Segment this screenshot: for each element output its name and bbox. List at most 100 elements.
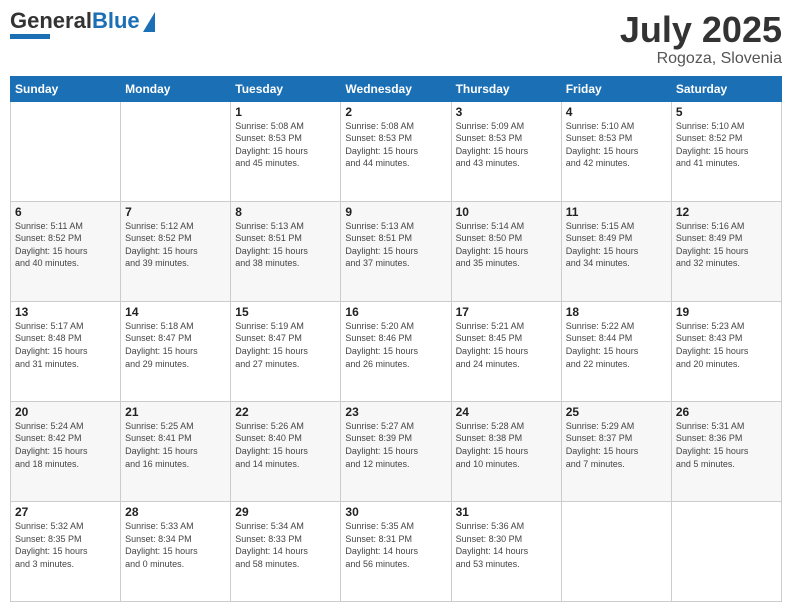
header: GeneralBlue July 2025 Rogoza, Slovenia [10,10,782,68]
day-info: Sunrise: 5:21 AMSunset: 8:45 PMDaylight:… [456,320,557,370]
day-info: Sunrise: 5:10 AMSunset: 8:52 PMDaylight:… [676,120,777,170]
day-number: 29 [235,505,336,519]
day-info: Sunrise: 5:16 AMSunset: 8:49 PMDaylight:… [676,220,777,270]
day-cell: 10Sunrise: 5:14 AMSunset: 8:50 PMDayligh… [451,201,561,301]
day-cell: 6Sunrise: 5:11 AMSunset: 8:52 PMDaylight… [11,201,121,301]
day-cell: 2Sunrise: 5:08 AMSunset: 8:53 PMDaylight… [341,101,451,201]
day-number: 10 [456,205,557,219]
day-number: 11 [566,205,667,219]
day-info: Sunrise: 5:23 AMSunset: 8:43 PMDaylight:… [676,320,777,370]
day-number: 16 [345,305,446,319]
header-friday: Friday [561,76,671,101]
header-saturday: Saturday [671,76,781,101]
day-number: 26 [676,405,777,419]
logo: GeneralBlue [10,10,155,39]
day-cell: 4Sunrise: 5:10 AMSunset: 8:53 PMDaylight… [561,101,671,201]
calendar-location: Rogoza, Slovenia [620,50,782,68]
day-info: Sunrise: 5:15 AMSunset: 8:49 PMDaylight:… [566,220,667,270]
day-number: 23 [345,405,446,419]
day-number: 6 [15,205,116,219]
header-thursday: Thursday [451,76,561,101]
day-number: 8 [235,205,336,219]
day-cell: 20Sunrise: 5:24 AMSunset: 8:42 PMDayligh… [11,401,121,501]
day-cell: 7Sunrise: 5:12 AMSunset: 8:52 PMDaylight… [121,201,231,301]
day-info: Sunrise: 5:17 AMSunset: 8:48 PMDaylight:… [15,320,116,370]
header-tuesday: Tuesday [231,76,341,101]
day-cell: 21Sunrise: 5:25 AMSunset: 8:41 PMDayligh… [121,401,231,501]
day-cell: 28Sunrise: 5:33 AMSunset: 8:34 PMDayligh… [121,501,231,601]
day-info: Sunrise: 5:18 AMSunset: 8:47 PMDaylight:… [125,320,226,370]
day-number: 22 [235,405,336,419]
week-row-4: 20Sunrise: 5:24 AMSunset: 8:42 PMDayligh… [11,401,782,501]
day-info: Sunrise: 5:27 AMSunset: 8:39 PMDaylight:… [345,420,446,470]
day-cell: 22Sunrise: 5:26 AMSunset: 8:40 PMDayligh… [231,401,341,501]
day-info: Sunrise: 5:13 AMSunset: 8:51 PMDaylight:… [345,220,446,270]
day-number: 19 [676,305,777,319]
calendar-table: Sunday Monday Tuesday Wednesday Thursday… [10,76,782,602]
day-number: 13 [15,305,116,319]
calendar-title: July 2025 [620,10,782,50]
week-row-2: 6Sunrise: 5:11 AMSunset: 8:52 PMDaylight… [11,201,782,301]
day-cell: 15Sunrise: 5:19 AMSunset: 8:47 PMDayligh… [231,301,341,401]
day-number: 31 [456,505,557,519]
day-cell: 8Sunrise: 5:13 AMSunset: 8:51 PMDaylight… [231,201,341,301]
day-number: 21 [125,405,226,419]
day-cell: 25Sunrise: 5:29 AMSunset: 8:37 PMDayligh… [561,401,671,501]
day-number: 1 [235,105,336,119]
day-info: Sunrise: 5:32 AMSunset: 8:35 PMDaylight:… [15,520,116,570]
day-info: Sunrise: 5:10 AMSunset: 8:53 PMDaylight:… [566,120,667,170]
day-number: 14 [125,305,226,319]
day-number: 27 [15,505,116,519]
day-number: 17 [456,305,557,319]
title-block: July 2025 Rogoza, Slovenia [620,10,782,68]
day-cell [671,501,781,601]
day-cell: 23Sunrise: 5:27 AMSunset: 8:39 PMDayligh… [341,401,451,501]
day-info: Sunrise: 5:36 AMSunset: 8:30 PMDaylight:… [456,520,557,570]
day-info: Sunrise: 5:20 AMSunset: 8:46 PMDaylight:… [345,320,446,370]
day-info: Sunrise: 5:29 AMSunset: 8:37 PMDaylight:… [566,420,667,470]
day-number: 24 [456,405,557,419]
day-cell: 30Sunrise: 5:35 AMSunset: 8:31 PMDayligh… [341,501,451,601]
day-cell: 12Sunrise: 5:16 AMSunset: 8:49 PMDayligh… [671,201,781,301]
day-number: 15 [235,305,336,319]
day-number: 18 [566,305,667,319]
day-number: 7 [125,205,226,219]
day-cell: 18Sunrise: 5:22 AMSunset: 8:44 PMDayligh… [561,301,671,401]
day-number: 9 [345,205,446,219]
day-info: Sunrise: 5:34 AMSunset: 8:33 PMDaylight:… [235,520,336,570]
day-number: 30 [345,505,446,519]
header-wednesday: Wednesday [341,76,451,101]
day-info: Sunrise: 5:08 AMSunset: 8:53 PMDaylight:… [345,120,446,170]
day-cell: 14Sunrise: 5:18 AMSunset: 8:47 PMDayligh… [121,301,231,401]
day-number: 5 [676,105,777,119]
day-cell: 1Sunrise: 5:08 AMSunset: 8:53 PMDaylight… [231,101,341,201]
day-number: 4 [566,105,667,119]
day-info: Sunrise: 5:33 AMSunset: 8:34 PMDaylight:… [125,520,226,570]
day-cell: 31Sunrise: 5:36 AMSunset: 8:30 PMDayligh… [451,501,561,601]
day-info: Sunrise: 5:13 AMSunset: 8:51 PMDaylight:… [235,220,336,270]
header-monday: Monday [121,76,231,101]
day-info: Sunrise: 5:22 AMSunset: 8:44 PMDaylight:… [566,320,667,370]
day-info: Sunrise: 5:09 AMSunset: 8:53 PMDaylight:… [456,120,557,170]
day-info: Sunrise: 5:11 AMSunset: 8:52 PMDaylight:… [15,220,116,270]
day-info: Sunrise: 5:19 AMSunset: 8:47 PMDaylight:… [235,320,336,370]
day-info: Sunrise: 5:14 AMSunset: 8:50 PMDaylight:… [456,220,557,270]
week-row-1: 1 Sunrise: 5:08 AMSunset: 8:53 PMDaylight… [11,101,782,201]
header-sunday: Sunday [11,76,121,101]
day-cell: 11Sunrise: 5:15 AMSunset: 8:49 PMDayligh… [561,201,671,301]
day-cell: 16Sunrise: 5:20 AMSunset: 8:46 PMDayligh… [341,301,451,401]
day-number: 12 [676,205,777,219]
day-cell: 3Sunrise: 5:09 AMSunset: 8:53 PMDaylight… [451,101,561,201]
day-cell: 5Sunrise: 5:10 AMSunset: 8:52 PMDaylight… [671,101,781,201]
week-row-3: 13Sunrise: 5:17 AMSunset: 8:48 PMDayligh… [11,301,782,401]
page: GeneralBlue July 2025 Rogoza, Slovenia S… [0,0,792,612]
logo-text-general: General [10,8,92,33]
day-number: 25 [566,405,667,419]
day-cell: 24Sunrise: 5:28 AMSunset: 8:38 PMDayligh… [451,401,561,501]
day-info: Sunrise: 5:25 AMSunset: 8:41 PMDaylight:… [125,420,226,470]
day-cell [121,101,231,201]
day-info: Sunrise: 5:24 AMSunset: 8:42 PMDaylight:… [15,420,116,470]
day-cell [11,101,121,201]
day-cell [561,501,671,601]
day-number: 2 [345,105,446,119]
